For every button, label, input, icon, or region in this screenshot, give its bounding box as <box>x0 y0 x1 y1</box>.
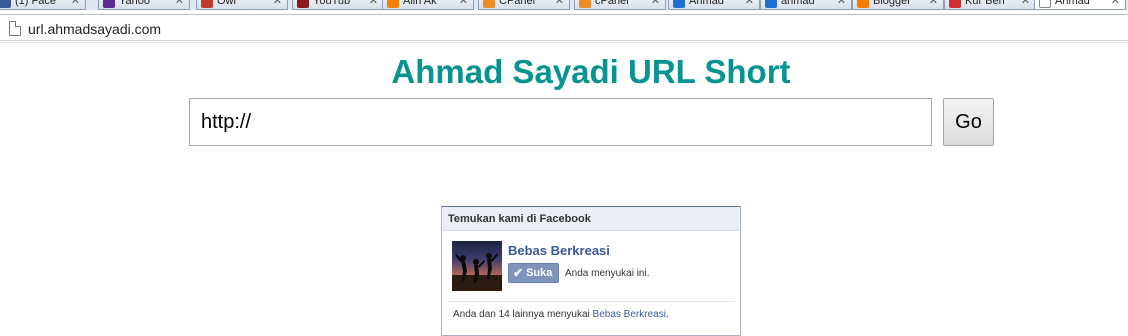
page-title: Ahmad Sayadi URL Short <box>391 53 791 90</box>
facebook-footer-link[interactable]: Bebas Berkreasi <box>593 309 666 320</box>
browser-tab[interactable]: Alih Ak ✕ <box>382 0 474 10</box>
browser-tab-label: ahmad <box>781 0 815 7</box>
browser-tab[interactable]: YouTub ✕ <box>292 0 384 10</box>
browser-toolbar: url.ahmadsayadi.com <box>0 10 1128 44</box>
facebook-footer-suffix: . <box>665 309 669 320</box>
browser-tab[interactable]: cPanel ✕ <box>574 0 666 10</box>
blogger-icon <box>387 0 399 8</box>
cpanel-icon <box>579 0 591 8</box>
browser-tab[interactable]: Ahmad ✕ <box>1034 0 1126 10</box>
close-icon[interactable]: ✕ <box>175 0 184 7</box>
facebook-footer: Anda dan 14 lainnya menyukai Bebas Berkr… <box>453 309 669 320</box>
close-icon[interactable]: ✕ <box>651 0 660 7</box>
browser-tab-label: Blogger <box>873 0 911 7</box>
cpanel-icon <box>483 0 495 8</box>
browser-tab-label: Owl <box>217 0 236 7</box>
browser-tab-label: YouTub <box>313 0 351 7</box>
facebook-like-box: Temukan kami di Facebook Bebas Berkreasi… <box>441 206 741 336</box>
browser-tab[interactable]: Yahoo ✕ <box>98 0 190 10</box>
page-icon <box>1039 0 1051 8</box>
browser-tab[interactable]: CPanel ✕ <box>478 0 570 10</box>
close-icon[interactable]: ✕ <box>837 0 846 7</box>
browser-tab-label: (1) Face <box>15 0 56 7</box>
site-icon <box>949 0 961 8</box>
facebook-like-status: Anda menyukai ini. <box>565 268 650 279</box>
browser-tab[interactable]: Kur Ben ✕ <box>944 0 1036 10</box>
browser-tab-label: Alih Ak <box>403 0 437 7</box>
browser-tab-label: Kur Ben <box>965 0 1005 7</box>
browser-tab[interactable]: Ahmad ✕ <box>668 0 760 10</box>
blogger-icon <box>857 0 869 8</box>
facebook-icon <box>0 0 11 8</box>
close-icon[interactable]: ✕ <box>369 0 378 7</box>
facebook-box-header: Temukan kami di Facebook <box>442 207 740 231</box>
address-url[interactable]: url.ahmadsayadi.com <box>28 21 161 37</box>
close-icon[interactable]: ✕ <box>273 0 282 7</box>
browser-tab[interactable]: Owl ✕ <box>196 0 288 10</box>
facebook-page-name[interactable]: Bebas Berkreasi <box>508 243 610 258</box>
dropbox-icon <box>673 0 685 8</box>
facebook-footer-text: Anda dan 14 lainnya menyukai <box>453 309 590 320</box>
yahoo-icon <box>103 0 115 8</box>
close-icon[interactable]: ✕ <box>71 0 80 7</box>
browser-tab-label: CPanel <box>499 0 536 7</box>
browser-tab-label: Yahoo <box>119 0 150 7</box>
youtube-icon <box>297 0 309 8</box>
page-icon <box>9 21 21 36</box>
browser-tab[interactable]: (1) Face ✕ <box>0 0 86 10</box>
facebook-divider <box>448 301 735 302</box>
browser-tab-label: Ahmad <box>1055 0 1090 7</box>
dropbox-icon <box>765 0 777 8</box>
go-button[interactable]: Go <box>943 98 994 146</box>
tab-strip: (1) Face ✕ Yahoo ✕ Owl ✕ YouTub ✕ Alih Ak ✕ CPanel… <box>0 0 1128 10</box>
youtube-icon <box>201 0 213 8</box>
browser-tab-label: cPanel <box>595 0 629 7</box>
check-icon: ✔ <box>513 266 524 280</box>
close-icon[interactable]: ✕ <box>745 0 754 7</box>
browser-tab[interactable]: ahmad ✕ <box>760 0 852 10</box>
facebook-like-button[interactable]: ✔ Suka <box>508 263 559 283</box>
close-icon[interactable]: ✕ <box>1111 0 1120 7</box>
toolbar-separator <box>0 40 1128 43</box>
browser-tab[interactable]: Blogger ✕ <box>852 0 944 10</box>
facebook-like-label: Suka <box>526 267 553 279</box>
close-icon[interactable]: ✕ <box>929 0 938 7</box>
browser-tab-label: Ahmad <box>689 0 724 7</box>
close-icon[interactable]: ✕ <box>1021 0 1030 7</box>
close-icon[interactable]: ✕ <box>555 0 564 7</box>
address-bar[interactable]: url.ahmadsayadi.com <box>0 14 1128 43</box>
close-icon[interactable]: ✕ <box>459 0 468 7</box>
facebook-page-photo[interactable] <box>452 241 502 291</box>
url-input[interactable] <box>189 98 932 146</box>
